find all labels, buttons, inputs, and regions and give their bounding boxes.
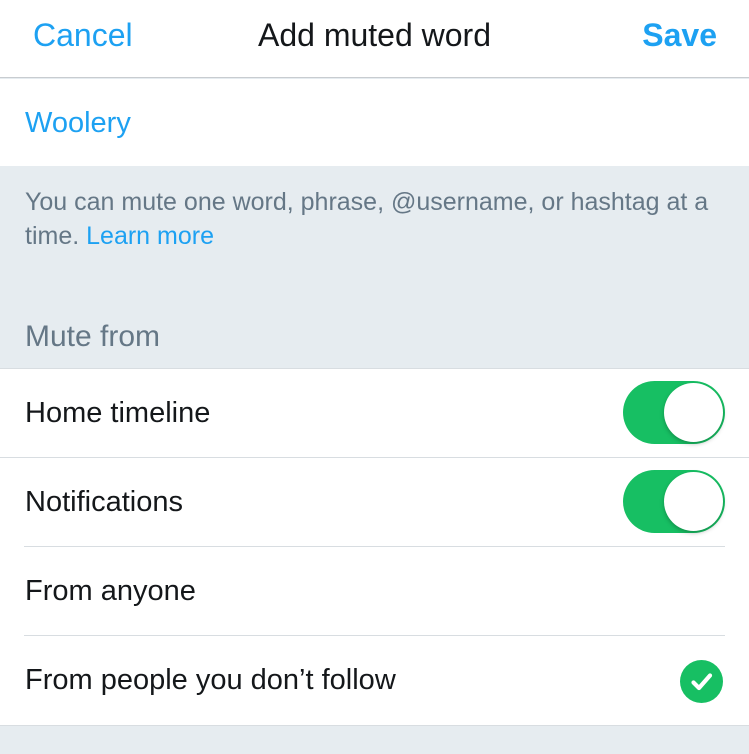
from-anyone-option[interactable]: From anyone	[0, 547, 749, 636]
home-timeline-row: Home timeline	[0, 369, 749, 458]
page-title: Add muted word	[257, 17, 491, 53]
muted-word-input[interactable]	[25, 103, 715, 143]
hint-text: You can mute one word, phrase, @username…	[25, 185, 730, 253]
toggle-knob	[664, 383, 723, 442]
checkmark-circle-icon	[680, 660, 723, 703]
toggle-knob	[664, 472, 723, 531]
home-timeline-label: Home timeline	[25, 397, 211, 429]
learn-more-link[interactable]: Learn more	[86, 222, 214, 250]
from-anyone-label: From anyone	[25, 575, 196, 607]
from-not-following-label: From people you don’t follow	[25, 664, 396, 696]
save-button[interactable]: Save	[642, 15, 717, 55]
from-not-following-option[interactable]: From people you don’t follow	[0, 636, 749, 725]
navigation-bar: Cancel Add muted word Save	[0, 0, 749, 78]
mute-from-header: Mute from	[25, 320, 161, 353]
home-timeline-toggle[interactable]	[623, 381, 725, 444]
mute-from-list: Home timeline Notifications From anyone …	[0, 368, 749, 726]
notifications-label: Notifications	[25, 486, 183, 518]
notifications-toggle[interactable]	[623, 470, 725, 533]
muted-word-row	[0, 79, 749, 166]
checkmark-glyph	[691, 673, 713, 691]
notifications-row: Notifications	[0, 458, 749, 547]
